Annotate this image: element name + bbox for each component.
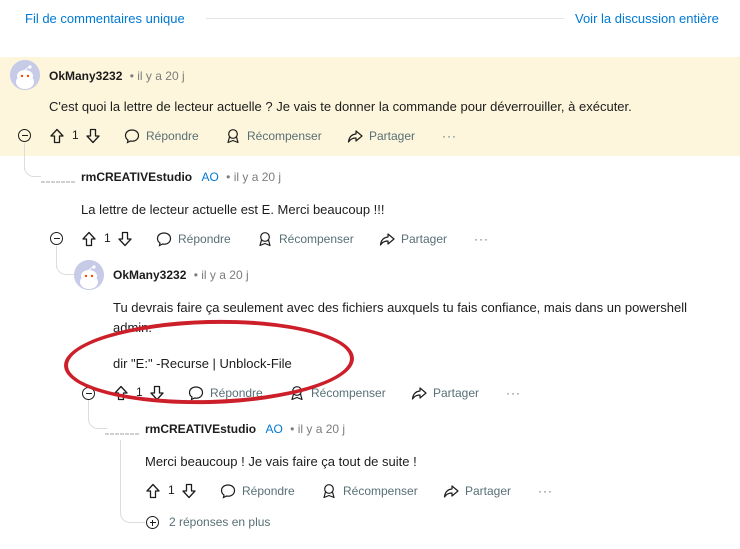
- more-options-icon[interactable]: ···: [506, 383, 521, 403]
- award-icon: [323, 484, 335, 499]
- comment-2-text: La lettre de lecteur actuelle est E. Mer…: [81, 202, 385, 217]
- comment-1-meta: OkMany3232 • il y a 20 j: [49, 69, 185, 83]
- comment-1-text: C'est quoi la lettre de lecteur actuelle…: [49, 99, 632, 114]
- more-replies-link[interactable]: 2 réponses en plus: [169, 515, 270, 529]
- reply-icon: [156, 232, 172, 247]
- share-icon: [411, 387, 427, 400]
- comment-3-username[interactable]: OkMany3232: [113, 268, 186, 282]
- share-label: Partager: [369, 129, 416, 143]
- comment-1-age: • il y a 20 j: [129, 69, 185, 83]
- comment-2-vote-count: 1: [104, 231, 111, 245]
- comment-4-text: Merci beaucoup ! Je vais faire ça tout d…: [145, 454, 417, 469]
- comment-4-actions: 1 Répondre Récompenser Partager ···: [145, 481, 565, 501]
- share-icon: [379, 233, 395, 246]
- op-badge: AO: [265, 422, 283, 436]
- share-label: Partager: [401, 232, 448, 246]
- reply-icon: [124, 129, 140, 144]
- collapse-icon[interactable]: [50, 232, 63, 245]
- comment-2-username[interactable]: rmCREATIVEstudio: [81, 170, 192, 184]
- comment-2-age: • il y a 20 j: [226, 170, 282, 184]
- header-divider: [206, 18, 564, 19]
- comment-1-vote-count: 1: [72, 128, 79, 142]
- share-button[interactable]: Partager: [443, 481, 511, 501]
- op-badge: AO: [201, 170, 219, 184]
- share-icon: [347, 130, 363, 143]
- comment-3-text-line1: Tu devrais faire ça seulement avec des f…: [113, 300, 687, 315]
- avatar-placeholder: [41, 173, 81, 183]
- avatar-placeholder: [105, 425, 145, 435]
- more-options-icon[interactable]: ···: [474, 229, 489, 249]
- award-label: Récompenser: [343, 484, 418, 498]
- downvote-icon[interactable]: [181, 481, 203, 501]
- reply-label: Répondre: [178, 232, 231, 246]
- comment-4-meta: rmCREATIVEstudio AO • il y a 20 j: [145, 422, 345, 436]
- more-options-icon[interactable]: ···: [442, 126, 457, 146]
- expand-icon[interactable]: [146, 516, 159, 529]
- share-label: Partager: [465, 484, 512, 498]
- comment-3-age: • il y a 20 j: [193, 268, 249, 282]
- reply-button[interactable]: Répondre: [156, 229, 231, 249]
- reply-label: Répondre: [242, 484, 295, 498]
- full-discussion-link[interactable]: Voir la discussion entière: [575, 11, 719, 26]
- award-button[interactable]: Récompenser: [321, 481, 418, 501]
- more-options-icon[interactable]: ···: [538, 481, 553, 501]
- upvote-icon[interactable]: [145, 481, 167, 501]
- avatar-icon[interactable]: [10, 60, 40, 90]
- downvote-icon[interactable]: [85, 126, 107, 146]
- share-button[interactable]: Partager: [347, 126, 415, 146]
- award-icon: [259, 232, 271, 247]
- upvote-icon[interactable]: [81, 229, 103, 249]
- thread-curve-1: [24, 160, 41, 177]
- comment-2-meta: rmCREATIVEstudio AO • il y a 20 j: [81, 170, 281, 184]
- award-label: Récompenser: [247, 129, 322, 143]
- reply-button[interactable]: Répondre: [124, 126, 199, 146]
- share-button[interactable]: Partager: [379, 229, 447, 249]
- comment-1-actions: 1 Répondre Récompenser Partager ···: [49, 126, 469, 146]
- upvote-icon[interactable]: [49, 126, 71, 146]
- thread-curve-2: [56, 256, 75, 275]
- comment-4-username[interactable]: rmCREATIVEstudio: [145, 422, 256, 436]
- thread-curve-4: [120, 500, 145, 523]
- award-label: Récompenser: [279, 232, 354, 246]
- reply-label: Répondre: [146, 129, 199, 143]
- comment-3-meta: OkMany3232 • il y a 20 j: [113, 268, 249, 282]
- share-icon: [443, 485, 459, 498]
- comment-1-username[interactable]: OkMany3232: [49, 69, 122, 83]
- single-thread-link[interactable]: Fil de commentaires unique: [25, 11, 185, 26]
- comment-4-vote-count: 1: [168, 483, 175, 497]
- reply-icon: [220, 484, 236, 499]
- share-button[interactable]: Partager: [411, 383, 479, 403]
- share-label: Partager: [433, 386, 480, 400]
- comment-2-actions: 1 Répondre Récompenser Partager ···: [81, 229, 501, 249]
- reply-button[interactable]: Répondre: [220, 481, 295, 501]
- comment-4-age: • il y a 20 j: [290, 422, 346, 436]
- award-label: Récompenser: [311, 386, 386, 400]
- award-button[interactable]: Récompenser: [257, 229, 354, 249]
- award-button[interactable]: Récompenser: [225, 126, 322, 146]
- collapse-icon[interactable]: [18, 129, 31, 142]
- downvote-icon[interactable]: [117, 229, 139, 249]
- award-icon: [227, 129, 239, 144]
- avatar-icon[interactable]: [74, 260, 104, 290]
